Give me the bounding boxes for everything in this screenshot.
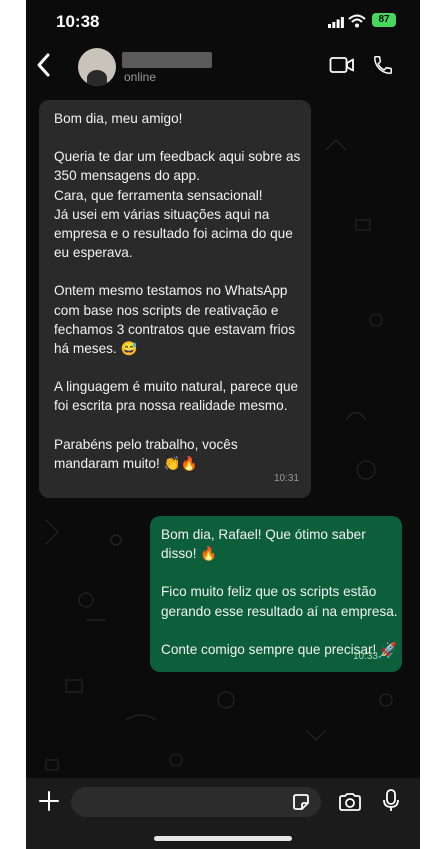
read-receipt-icon: ✓✓ <box>377 650 394 662</box>
incoming-line: Parabéns pelo trabalho, vocês mandaram m… <box>54 436 238 471</box>
incoming-message-bubble[interactable]: Bom dia, meu amigo! Queria te dar um fee… <box>39 100 311 498</box>
battery-indicator: 87 <box>372 13 396 27</box>
sticker-icon[interactable] <box>291 792 311 812</box>
back-icon[interactable] <box>34 52 54 78</box>
message-input[interactable] <box>71 787 321 817</box>
avatar-face <box>87 70 107 86</box>
avatar[interactable] <box>78 48 116 86</box>
outgoing-line: Bom dia, Rafael! Que ótimo saber disso! … <box>161 527 366 562</box>
signal-icon <box>328 17 344 28</box>
status-time: 10:38 <box>56 12 100 31</box>
contact-name-redacted[interactable] <box>122 52 212 68</box>
incoming-line: Queria te dar um feedback aqui sobre as … <box>54 149 301 261</box>
outgoing-line: Fico muito feliz que os scripts estão ge… <box>161 584 398 619</box>
mic-icon[interactable] <box>382 789 400 813</box>
message-timestamp: 10:33 <box>352 650 378 662</box>
camera-icon[interactable] <box>338 792 362 812</box>
outgoing-message-bubble[interactable]: Bom dia, Rafael! Que ótimo saber disso! … <box>150 516 402 672</box>
plus-icon[interactable] <box>38 790 60 812</box>
phone-icon[interactable] <box>372 54 394 76</box>
incoming-line: Ontem mesmo testamos no WhatsApp com bas… <box>54 283 296 357</box>
incoming-line: Bom dia, meu amigo! <box>54 111 183 126</box>
incoming-line: A linguagem é muito natural, parece que … <box>54 379 299 414</box>
phone-screen: 10:38 87 online Bom dia, meu amigo! Quer… <box>26 0 420 849</box>
contact-status: online <box>124 70 157 84</box>
chat-header: online <box>26 38 420 94</box>
home-indicator[interactable] <box>154 836 292 841</box>
incoming-message-text: Bom dia, meu amigo! Queria te dar um fee… <box>54 109 304 473</box>
wifi-icon <box>348 14 366 28</box>
outgoing-message-text: Bom dia, Rafael! Que ótimo saber disso! … <box>161 525 401 659</box>
video-call-icon[interactable] <box>329 56 355 74</box>
message-timestamp: 10:31 <box>273 472 299 484</box>
